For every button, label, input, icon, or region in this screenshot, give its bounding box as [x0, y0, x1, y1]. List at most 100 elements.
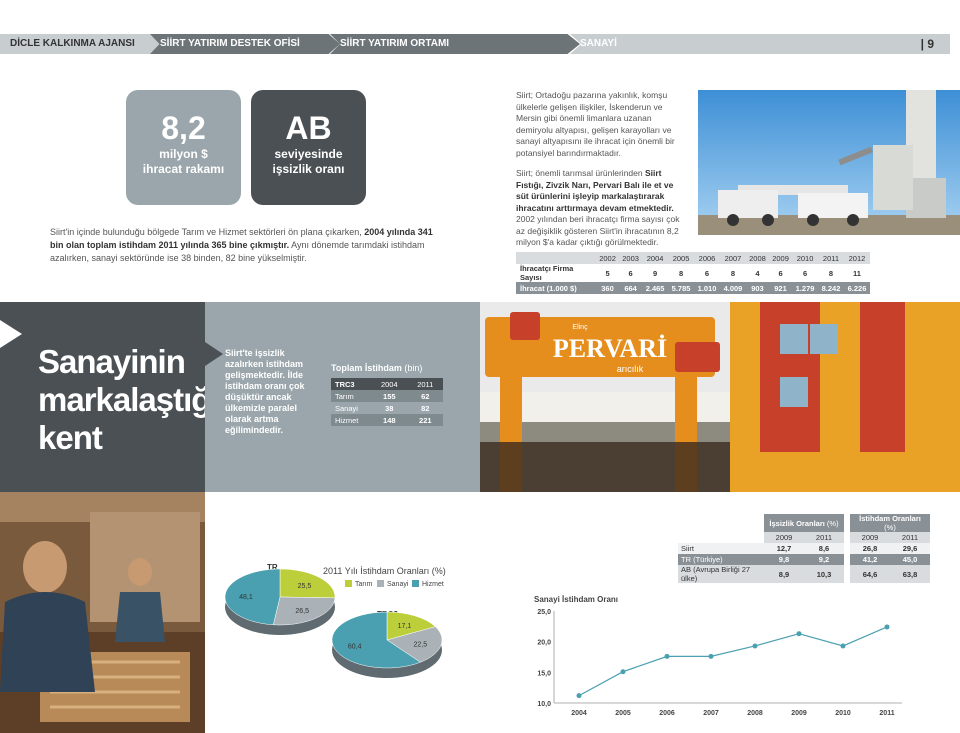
y-tick-label: 10,0	[537, 701, 551, 708]
concrete-plant-photo	[698, 90, 960, 235]
employment-title-unit: (bin)	[401, 363, 423, 373]
year-cell: 2009	[764, 532, 804, 543]
header-cell: 2004	[371, 378, 408, 390]
cell: 8	[678, 268, 684, 278]
sign-subtext: arıcılık	[617, 364, 644, 374]
unemployment-table: İşsizlik Oranları (%) İstihdam Oranları …	[678, 514, 930, 583]
legend-swatch-sanayi	[377, 580, 384, 587]
sign-brand: Elinç	[572, 324, 588, 331]
year-cell: 2008	[745, 252, 769, 264]
pervari-honey-photo: PERVARİ arıcılık Elinç	[480, 302, 960, 492]
group-header-text: İstihdam Oranları	[859, 514, 921, 523]
year-cell: 2011	[804, 532, 844, 543]
x-tick-label: 2011	[879, 710, 894, 717]
cell: 5.785	[668, 282, 695, 294]
corner-cell	[678, 532, 764, 543]
chart-title: Sanayi İstihdam Oranı	[534, 595, 618, 604]
group-header-text: İşsizlik Oranları	[769, 518, 825, 528]
cell: 11	[853, 268, 861, 278]
cell: 41,2	[850, 554, 890, 565]
cell: 5	[605, 268, 610, 278]
legend-label: Hizmet	[422, 581, 444, 588]
table-row: İhracatçı Firma Sayısı 5 6 9 8 6 8 4 6 6…	[516, 264, 870, 282]
pie-tr: 25,5 26,5 48,1	[224, 568, 336, 635]
group-header-employment: İstihdam Oranları (%)	[850, 514, 930, 532]
cell: 38	[371, 402, 408, 414]
year-cell: 2011	[890, 532, 930, 543]
cell: 1.279	[792, 282, 819, 294]
pull-quote: Siirt'te işsizlik azalırken istihdam gel…	[225, 348, 305, 435]
headline-line-3: kent	[38, 419, 103, 456]
cell: 6	[778, 268, 783, 278]
pies-title-text: 2011 Yılı İstihdam Oranları	[323, 566, 429, 576]
legend-label: Tarım	[355, 581, 373, 588]
group-header-unit: (%)	[824, 518, 839, 528]
cell: 62	[407, 390, 443, 402]
cell: 9,8	[764, 554, 804, 565]
year-cell: 2007	[719, 252, 746, 264]
year-cell: 2002	[596, 252, 620, 264]
cell: 6	[628, 268, 633, 278]
sign-text: PERVARİ	[553, 334, 667, 363]
x-tick-label: 2010	[835, 710, 851, 717]
x-tick-label: 2008	[747, 710, 763, 717]
legend-label: Sanayi	[387, 581, 409, 588]
export-paragraph-1: Siirt; Ortadoğu pazarına yakınlık, komşu…	[516, 90, 675, 158]
group-header-unit: (%)	[884, 523, 896, 532]
notch-shape	[205, 342, 223, 366]
industry-employment-chart: Sanayi İstihdam Oranı 25,0 20,0 15,0 10,0 20…	[534, 595, 902, 717]
cell: 221	[407, 414, 443, 426]
cell: 8.242	[818, 282, 844, 294]
stat-export-unit: milyon $	[159, 147, 208, 161]
intro-text-1: Siirt'in içinde bulunduğu bölgede Tarım …	[50, 227, 365, 237]
intro-paragraph: Siirt'in içinde bulunduğu bölgede Tarım …	[50, 226, 440, 265]
header-section: SİİRT YATIRIM ORTAMI	[330, 34, 580, 54]
header-bar: DİCLE KALKINMA AJANSI SİİRT YATIRIM DEST…	[0, 34, 960, 54]
cell: 8	[730, 268, 736, 278]
header-office: SİİRT YATIRIM DESTEK OFİSİ	[150, 34, 340, 54]
export-table: 2002 2003 2004 2005 2006 2007 2008 2009 …	[516, 252, 870, 294]
pie-label: 26,5	[295, 608, 309, 615]
data-point	[796, 631, 802, 637]
cell: 63,8	[890, 565, 930, 583]
stat-unemployment-line2: işsizlik oranı	[272, 162, 345, 176]
cell: 9,2	[804, 554, 844, 565]
header-cell: TRC3	[331, 378, 371, 390]
employment-title-text: Toplam İstihdam	[331, 363, 402, 373]
row-label: Tarım	[331, 390, 371, 402]
year-cell: 2010	[792, 252, 819, 264]
cell: 64,6	[850, 565, 890, 583]
year-cell: 2004	[642, 252, 669, 264]
year-cell: 2009	[769, 252, 793, 264]
pie-label: 17,1	[398, 623, 412, 630]
cell: 6	[704, 268, 710, 278]
cell: 6	[802, 268, 808, 278]
x-tick-label: 2007	[703, 710, 719, 717]
x-tick-label: 2004	[571, 710, 587, 717]
year-header-row: 2009 2011 2009 2011	[678, 532, 930, 543]
export-table-header: 2002 2003 2004 2005 2006 2007 2008 2009 …	[516, 252, 870, 264]
row-label: Hizmet	[331, 414, 371, 426]
row-label: Siirt	[678, 543, 764, 554]
y-tick-label: 20,0	[537, 640, 551, 647]
cell: 155	[371, 390, 408, 402]
data-point	[884, 624, 890, 630]
series-line	[578, 626, 888, 697]
employment-table-title: Toplam İstihdam (bin)	[331, 363, 422, 373]
cell: 4.009	[719, 282, 746, 294]
year-cell: 2011	[818, 252, 844, 264]
cell: 903	[745, 282, 769, 294]
pie-label: 48,1	[239, 594, 253, 601]
stat-unemployment-box: AB seviyesinde işsizlik oranı	[251, 90, 366, 205]
data-point	[840, 643, 846, 649]
table-row: Hizmet 148 221	[331, 414, 443, 426]
cell: 82	[407, 402, 443, 414]
stat-export-box: 8,2 milyon $ ihracat rakamı	[126, 90, 241, 205]
stat-unemployment-value: AB	[285, 110, 332, 146]
stat-export-label: ihracat rakamı	[142, 162, 225, 176]
legend-swatch-hizmet	[412, 580, 419, 587]
cell: 664	[619, 282, 643, 294]
table-header: TRC3 2004 2011	[331, 378, 443, 390]
y-tick-label: 25,0	[537, 609, 551, 616]
cell: 26,8	[850, 543, 890, 554]
